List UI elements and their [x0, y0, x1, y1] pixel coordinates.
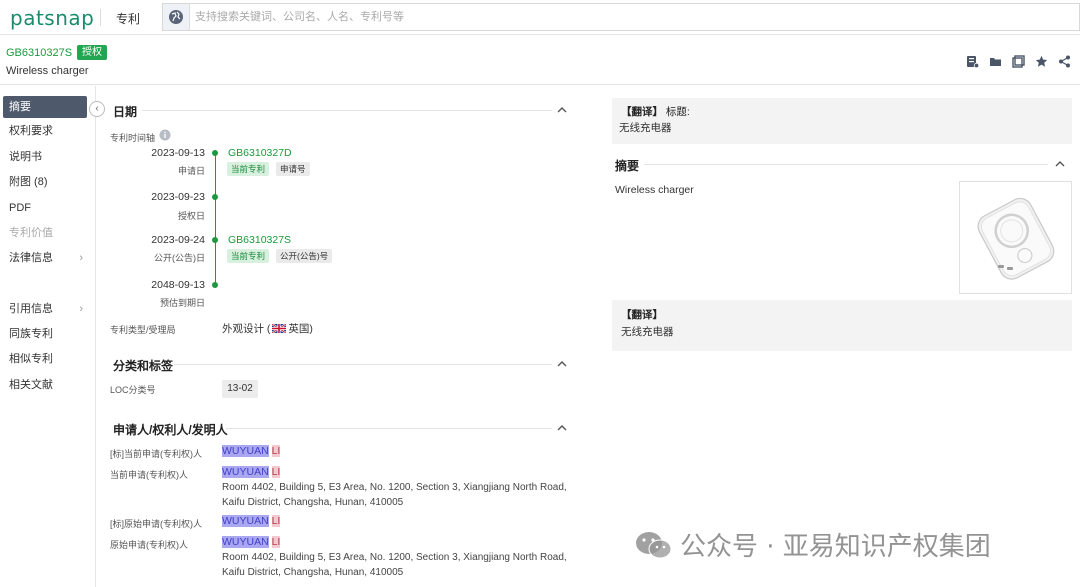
- timeline-date-label: 公开(公告)日: [154, 253, 205, 263]
- section-title-abstract: 摘要: [615, 159, 640, 173]
- star-icon[interactable]: [1034, 54, 1049, 69]
- sidebar-item-drawings[interactable]: 附图 (8): [3, 171, 87, 193]
- title-translation-box: 【翻译】 标题: 无线充电器: [612, 98, 1072, 144]
- timeline-date-label: 预估到期日: [159, 298, 205, 308]
- timeline-date-label: 申请日: [177, 166, 205, 176]
- divider: [100, 9, 101, 26]
- timeline-date: 2048-09-13: [151, 279, 205, 291]
- section-title-dates: 日期: [113, 105, 138, 119]
- info-icon[interactable]: [159, 129, 171, 141]
- party-label: 原始申请(专利权)人: [110, 540, 188, 550]
- chevron-up-icon[interactable]: [556, 422, 568, 434]
- globe-icon[interactable]: [163, 4, 190, 30]
- status-badge: 授权: [77, 45, 107, 60]
- party-name[interactable]: WUYUAN LI: [222, 536, 281, 548]
- timeline-date: 2023-09-23: [151, 191, 205, 203]
- wechat-icon: [636, 531, 672, 558]
- folder-icon[interactable]: [988, 54, 1003, 69]
- uk-flag-icon: [272, 324, 287, 333]
- patent-number[interactable]: GB6310327S: [6, 47, 72, 59]
- party-name[interactable]: WUYUAN LI: [222, 515, 281, 527]
- translated-title: 无线充电器: [619, 122, 672, 134]
- party-address: Room 4402, Building 5, E3 Area, No. 1200…: [222, 552, 567, 578]
- party-label: [标]原始申请(专利权)人: [110, 519, 202, 529]
- translation-heading: 【翻译】: [621, 309, 663, 321]
- translated-abstract: 无线充电器: [621, 326, 674, 338]
- timeline-dot: [212, 150, 218, 156]
- sidebar-item-similar[interactable]: 相似专利: [3, 348, 87, 370]
- publication-number-tag: 公开(公告)号: [276, 249, 333, 263]
- divider: [174, 364, 552, 365]
- chevron-up-icon[interactable]: [1054, 158, 1066, 170]
- sidebar-item-citations[interactable]: 引用信息 ›: [3, 298, 87, 320]
- abstract-text: Wireless charger: [615, 184, 694, 196]
- sidebar-item-related-docs[interactable]: 相关文献: [3, 374, 87, 396]
- sidebar-nav: 摘要 权利要求 说明书 附图 (8) PDF 专利价值 法律信息 › 引用信息 › …: [0, 86, 96, 587]
- sidebar-item-description[interactable]: 说明书: [3, 146, 87, 168]
- party-name[interactable]: WUYUAN LI: [222, 445, 281, 457]
- save-to-folder-icon[interactable]: [965, 54, 980, 69]
- compare-icon[interactable]: [1011, 54, 1026, 69]
- search-bar[interactable]: [162, 3, 1080, 31]
- timeline-date-label: 授权日: [177, 211, 205, 221]
- timeline-line: [215, 152, 216, 285]
- application-number-link[interactable]: GB6310327D: [228, 147, 292, 159]
- collapse-sidebar-button[interactable]: ‹: [89, 101, 105, 117]
- current-patent-tag: 当前专利: [227, 249, 270, 263]
- chevron-up-icon[interactable]: [556, 358, 568, 370]
- patent-title: Wireless charger: [6, 65, 89, 77]
- timeline-date: 2023-09-13: [151, 147, 205, 159]
- patent-header: GB6310327S 授权 Wireless charger: [0, 36, 1080, 85]
- publication-number-link[interactable]: GB6310327S: [228, 234, 291, 246]
- top-navbar: patsnap 专利: [0, 0, 1080, 35]
- timeline-label: 专利时间轴: [110, 133, 156, 143]
- timeline-date: 2023-09-24: [151, 234, 205, 246]
- current-patent-tag: 当前专利: [227, 162, 270, 176]
- chevron-right-icon: ›: [79, 252, 83, 264]
- header-actions: [965, 54, 1072, 69]
- application-number-tag: 申请号: [276, 162, 310, 176]
- chevron-up-icon[interactable]: [556, 104, 568, 116]
- divider: [226, 428, 552, 429]
- loc-label: LOC分类号: [110, 385, 156, 395]
- timeline-dot: [212, 194, 218, 200]
- patsnap-logo[interactable]: patsnap: [10, 6, 94, 30]
- section-title-classification: 分类和标签: [113, 359, 174, 373]
- sidebar-item-family[interactable]: 同族专利: [3, 323, 87, 345]
- party-address: Room 4402, Building 5, E3 Area, No. 1200…: [222, 482, 567, 508]
- timeline-dot: [212, 237, 218, 243]
- divider: [644, 164, 1048, 165]
- sidebar-item-legal-info[interactable]: 法律信息 ›: [3, 247, 87, 269]
- wechat-watermark: 公众号 · 亚易知识产权集团: [634, 526, 991, 563]
- design-drawing-thumbnail[interactable]: [959, 181, 1072, 294]
- share-icon[interactable]: [1057, 54, 1072, 69]
- translation-heading: 【翻译】 标题:: [621, 106, 690, 118]
- module-switcher[interactable]: 专利: [116, 10, 140, 27]
- abstract-translation-box: 【翻译】 无线充电器: [612, 300, 1072, 351]
- party-name[interactable]: WUYUAN LI: [222, 466, 281, 478]
- timeline-dot: [212, 282, 218, 288]
- wireless-charger-image: [977, 197, 1055, 280]
- party-label: 当前申请(专利权)人: [110, 470, 188, 480]
- sidebar-item-patent-value[interactable]: 专利价值: [3, 222, 87, 244]
- loc-class-chip[interactable]: 13-02: [222, 380, 258, 398]
- section-title-parties: 申请人/权利人/发明人: [113, 423, 228, 437]
- divider: [142, 110, 552, 111]
- search-input[interactable]: [195, 8, 795, 26]
- patent-type-label: 专利类型/受理局: [110, 325, 176, 335]
- sidebar-item-abstract[interactable]: 摘要: [3, 96, 87, 118]
- party-label: [标]当前申请(专利权)人: [110, 449, 202, 459]
- sidebar-item-pdf[interactable]: PDF: [3, 197, 87, 219]
- patent-type-value: 外观设计 (英国): [222, 323, 313, 335]
- chevron-right-icon: ›: [79, 303, 83, 315]
- sidebar-item-claims[interactable]: 权利要求: [3, 120, 87, 142]
